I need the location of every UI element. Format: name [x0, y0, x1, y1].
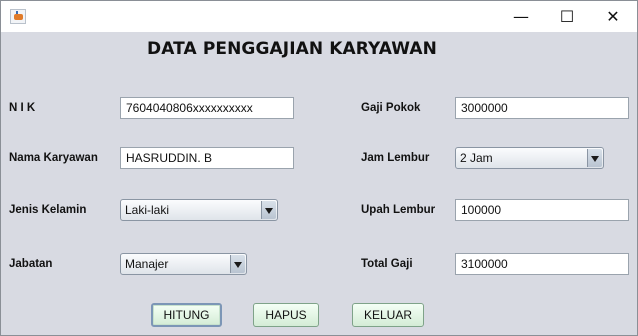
gaji-pokok-label: Gaji Pokok	[361, 102, 421, 114]
chevron-down-icon	[587, 149, 602, 167]
maximize-button[interactable]: ☐	[544, 1, 590, 32]
java-cup-icon	[10, 9, 26, 24]
maximize-icon: ☐	[559, 7, 575, 26]
keluar-button[interactable]: KELUAR	[352, 303, 424, 327]
nik-label: N I K	[9, 102, 36, 114]
nik-field[interactable]	[120, 97, 294, 119]
jenis-kelamin-label: Jenis Kelamin	[9, 204, 87, 216]
jabatan-label: Jabatan	[9, 258, 53, 270]
chevron-down-icon	[261, 201, 276, 219]
jabatan-select[interactable]: Manajer	[120, 253, 247, 275]
upah-lembur-field[interactable]	[455, 199, 629, 221]
jam-lembur-selected: 2 Jam	[460, 151, 493, 165]
jenis-kelamin-select[interactable]: Laki-laki	[120, 199, 278, 221]
jenis-kelamin-selected: Laki-laki	[125, 203, 170, 217]
nama-karyawan-label: Nama Karyawan	[9, 152, 98, 164]
minimize-button[interactable]: —	[498, 1, 544, 32]
total-gaji-label: Total Gaji	[361, 258, 413, 270]
gaji-pokok-field[interactable]	[455, 97, 629, 119]
app-window: — ☐ ✕ DATA PENGGAJIAN KARYAWAN N I K Nam…	[0, 0, 638, 336]
jam-lembur-label: Jam Lembur	[361, 152, 430, 164]
form-title: DATA PENGGAJIAN KARYAWAN	[147, 39, 437, 59]
minimize-icon: —	[513, 7, 529, 26]
hapus-button[interactable]: HAPUS	[253, 303, 319, 327]
jam-lembur-select[interactable]: 2 Jam	[455, 147, 604, 169]
chevron-down-icon	[230, 255, 245, 273]
upah-lembur-label: Upah Lembur	[361, 204, 436, 216]
jabatan-selected: Manajer	[125, 257, 169, 271]
nama-karyawan-field[interactable]	[120, 147, 294, 169]
total-gaji-field[interactable]	[455, 253, 629, 275]
close-icon: ✕	[606, 7, 620, 26]
form-title-container: DATA PENGGAJIAN KARYAWAN	[1, 39, 637, 59]
hitung-button[interactable]: HITUNG	[151, 303, 222, 327]
title-bar: — ☐ ✕	[1, 1, 637, 32]
close-button[interactable]: ✕	[590, 1, 636, 32]
